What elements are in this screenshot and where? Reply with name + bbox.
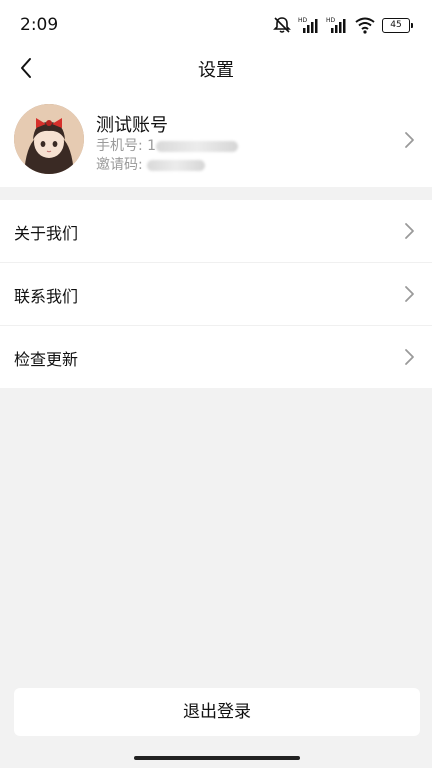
menu-item-label: 关于我们 — [14, 224, 79, 243]
logout-button[interactable]: 退出登录 — [14, 688, 420, 736]
chevron-right-icon — [405, 349, 414, 365]
mute-icon — [272, 16, 292, 34]
page-title: 设置 — [198, 60, 234, 81]
svg-text:HD: HD — [298, 17, 308, 24]
wifi-icon — [354, 16, 376, 34]
phone-number: 手机号: 1 — [96, 135, 239, 155]
menu-item-check-update[interactable]: 检查更新 — [0, 326, 432, 388]
redacted-phone — [156, 140, 239, 152]
phone-label: 手机号: 1 — [96, 138, 157, 154]
chevron-right-icon — [405, 286, 414, 302]
chevron-right-icon — [405, 223, 414, 239]
menu-item-contact-us[interactable]: 联系我们 — [0, 263, 432, 326]
menu-item-label: 联系我们 — [14, 287, 79, 306]
profile-card[interactable]: 测试账号 手机号: 1 邀请码: — [0, 90, 432, 187]
invite-code: 邀请码: — [96, 154, 206, 174]
invite-label: 邀请码: — [96, 157, 148, 173]
home-indicator[interactable] — [134, 756, 300, 760]
avatar — [14, 104, 84, 174]
chevron-right-icon — [405, 132, 414, 148]
status-time: 2:09 — [20, 15, 59, 35]
hd-signal-icon: HD — [298, 16, 320, 34]
profile-name: 测试账号 — [96, 115, 168, 136]
status-bar: 2:09 HD HD 45 — [0, 0, 432, 46]
menu-item-label: 检查更新 — [14, 350, 79, 369]
hd-signal-icon: HD — [326, 16, 348, 34]
settings-menu: 关于我们 联系我们 检查更新 — [0, 200, 432, 388]
battery-icon: 45 — [382, 17, 413, 33]
navigation-bar: 设置 — [0, 46, 432, 90]
redacted-invite-code — [147, 159, 206, 171]
svg-text:HD: HD — [326, 17, 336, 24]
status-icons: HD HD 45 — [272, 14, 413, 36]
menu-item-about-us[interactable]: 关于我们 — [0, 200, 432, 263]
